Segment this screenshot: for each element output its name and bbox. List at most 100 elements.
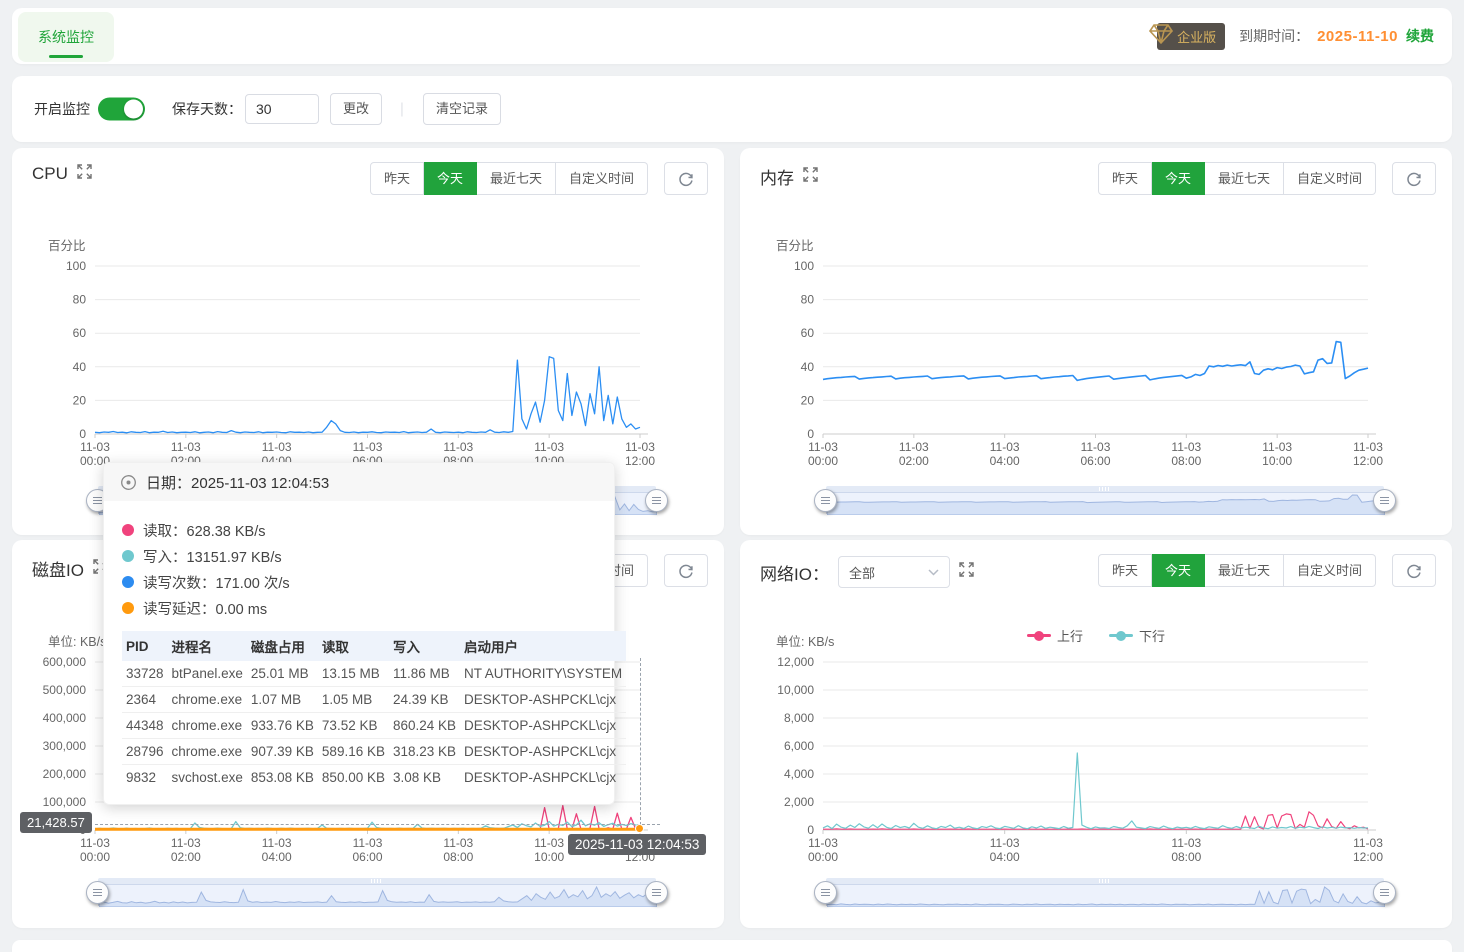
series-dot	[122, 550, 134, 562]
svg-text:11-0312:00: 11-0312:00	[1353, 440, 1383, 468]
monitor-toggle-label: 开启监控	[34, 99, 90, 119]
table-header: 写入	[389, 631, 460, 661]
monitor-toggle[interactable]	[98, 98, 145, 121]
svg-text:20: 20	[801, 393, 815, 407]
svg-text:单位: KB/s: 单位: KB/s	[776, 634, 834, 649]
datazoom-handle-right[interactable]	[1373, 489, 1396, 512]
range-group: 昨天 今天 最近七天 自定义时间	[1098, 554, 1376, 587]
svg-text:100,000: 100,000	[43, 795, 87, 809]
axis-pointer-dot	[635, 824, 644, 833]
save-days-label: 保存天数：	[172, 99, 242, 119]
process-table: PID进程名磁盘占用读取写入启动用户 33728btPanel.exe25.01…	[122, 631, 626, 790]
range-group: 昨天 今天 最近七天 自定义时间	[370, 162, 648, 195]
svg-text:11-0300:00: 11-0300:00	[808, 836, 838, 864]
metric-text: 写入：13151.97 KB/s	[143, 546, 282, 567]
memory-chart: 02040608010011-0300:0011-0302:0011-0304:…	[748, 236, 1444, 481]
fullscreen-icon[interactable]	[77, 164, 92, 184]
interface-select-value: 全部	[849, 563, 875, 582]
range-today[interactable]: 今天	[1152, 162, 1205, 195]
datazoom-handle-right[interactable]	[1373, 881, 1396, 904]
datazoom-handle-left[interactable]	[814, 489, 837, 512]
svg-text:600,000: 600,000	[43, 655, 87, 669]
svg-text:11-0302:00: 11-0302:00	[171, 836, 201, 864]
refresh-button[interactable]	[664, 554, 708, 587]
next-card-edge	[12, 940, 1452, 952]
datazoom-handle-right[interactable]	[645, 489, 668, 512]
table-header: 进程名	[168, 631, 247, 661]
cpu-chart: 02040608010011-0300:0011-0302:0011-0304:…	[20, 236, 716, 481]
svg-text:100: 100	[794, 259, 814, 273]
svg-text:11-0308:00: 11-0308:00	[443, 836, 473, 864]
svg-text:11-0308:00: 11-0308:00	[1171, 836, 1201, 864]
axis-pointer-x-label: 2025-11-03 12:04:53	[568, 834, 706, 855]
range-custom[interactable]: 自定义时间	[1284, 554, 1376, 587]
save-days-input[interactable]	[245, 94, 319, 124]
range-today[interactable]: 今天	[424, 162, 477, 195]
license-info: 企业版 到期时间： 2025-11-10 续费	[1149, 8, 1434, 64]
toggle-knob	[124, 100, 143, 119]
metric-text: 读取：628.38 KB/s	[143, 520, 266, 541]
refresh-button[interactable]	[664, 162, 708, 195]
range-custom[interactable]: 自定义时间	[556, 162, 648, 195]
table-header: 启动用户	[460, 631, 626, 661]
svg-text:11-0310:00: 11-0310:00	[534, 836, 564, 864]
svg-text:11-0300:00: 11-0300:00	[808, 440, 838, 468]
range-last7days[interactable]: 最近七天	[1205, 554, 1284, 587]
interface-select[interactable]: 全部	[838, 556, 950, 588]
range-last7days[interactable]: 最近七天	[477, 162, 556, 195]
expire-date: 2025-11-10	[1317, 28, 1398, 45]
series-dot	[122, 576, 134, 588]
svg-text:12,000: 12,000	[777, 655, 814, 669]
datazoom-handle-left[interactable]	[86, 881, 109, 904]
svg-text:11-0306:00: 11-0306:00	[352, 836, 382, 864]
range-last7days[interactable]: 最近七天	[1205, 162, 1284, 195]
tab-label: 系统监控	[38, 27, 94, 47]
svg-text:11-0312:00: 11-0312:00	[625, 440, 655, 468]
datazoom-handle-right[interactable]	[645, 881, 668, 904]
tooltip-date-label: 日期：	[146, 475, 191, 492]
refresh-button[interactable]	[1392, 554, 1436, 587]
series-dot	[122, 602, 134, 614]
datazoom-handle-left[interactable]	[814, 881, 837, 904]
svg-text:10,000: 10,000	[777, 683, 814, 697]
panel-memory: 内存 昨天 今天 最近七天 自定义时间 02040608010011-0300:…	[740, 148, 1452, 535]
chevron-down-icon	[928, 569, 939, 576]
fullscreen-icon[interactable]	[959, 562, 974, 582]
renew-link[interactable]: 续费	[1406, 26, 1434, 46]
table-header: 读取	[318, 631, 389, 661]
range-yesterday[interactable]: 昨天	[1098, 554, 1152, 587]
tab-system-monitor[interactable]: 系统监控	[18, 12, 114, 62]
range-today[interactable]: 今天	[1152, 554, 1205, 587]
range-yesterday[interactable]: 昨天	[1098, 162, 1152, 195]
fullscreen-icon[interactable]	[803, 167, 818, 187]
panel-network-io: 网络IO： 全部 昨天 今天 最近七天 自定义时间 上行 下行 02,0004,…	[740, 540, 1452, 928]
crosshair-vertical	[640, 658, 641, 830]
svg-text:60: 60	[801, 326, 815, 340]
svg-text:6,000: 6,000	[784, 739, 814, 753]
disk-datazoom-slider[interactable]	[96, 878, 658, 908]
tab-active-underline	[49, 55, 83, 58]
table-row: 44348chrome.exe933.76 KB73.52 KB860.24 K…	[122, 713, 626, 739]
tooltip-date-value: 2025-11-03 12:04:53	[191, 475, 329, 492]
range-custom[interactable]: 自定义时间	[1284, 162, 1376, 195]
svg-text:11-0302:00: 11-0302:00	[899, 440, 929, 468]
svg-text:80: 80	[801, 293, 815, 307]
memory-datazoom-slider[interactable]	[824, 486, 1386, 516]
range-yesterday[interactable]: 昨天	[370, 162, 424, 195]
svg-text:11-0310:00: 11-0310:00	[1262, 440, 1292, 468]
metric-text: 读写次数：171.00 次/s	[143, 572, 290, 593]
svg-text:0: 0	[807, 823, 814, 837]
table-header: 磁盘占用	[247, 631, 318, 661]
svg-text:8,000: 8,000	[784, 711, 814, 725]
svg-text:40: 40	[801, 360, 815, 374]
svg-text:2,000: 2,000	[784, 795, 814, 809]
svg-text:11-0312:00: 11-0312:00	[1353, 836, 1383, 864]
change-button[interactable]: 更改	[330, 93, 382, 125]
svg-text:11-0306:00: 11-0306:00	[1080, 440, 1110, 468]
clear-records-button[interactable]: 清空记录	[423, 93, 501, 125]
refresh-button[interactable]	[1392, 162, 1436, 195]
svg-text:80: 80	[73, 293, 87, 307]
network-datazoom-slider[interactable]	[824, 878, 1386, 908]
series-dot	[122, 524, 134, 536]
svg-text:4,000: 4,000	[784, 767, 814, 781]
